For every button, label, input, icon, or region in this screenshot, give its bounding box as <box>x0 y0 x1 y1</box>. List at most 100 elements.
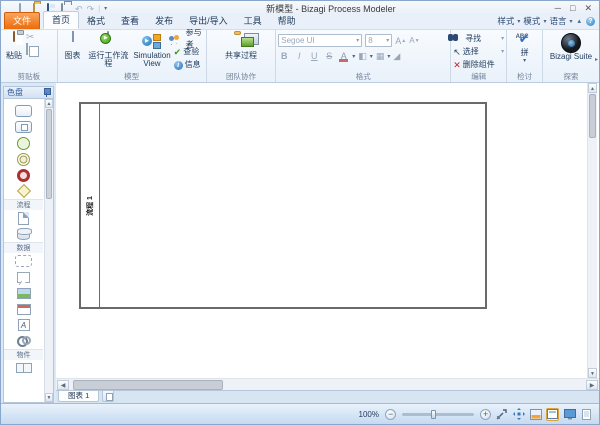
redo-icon[interactable]: ↷ <box>87 4 95 14</box>
page-view-icon[interactable] <box>580 408 593 421</box>
canvas-scroll-right-icon[interactable]: ▶ <box>586 380 598 390</box>
pool-lane-header[interactable]: 流程 1 <box>81 104 100 307</box>
canvas-vertical-scrollbar[interactable]: ▲ ▼ <box>587 83 597 378</box>
style-menu-dropdown-icon[interactable]: ▾ <box>517 18 520 25</box>
run-workflow-button[interactable]: 运行工作流程 <box>86 31 130 72</box>
tab-help[interactable]: 帮助 <box>270 13 304 29</box>
tool-gateway[interactable] <box>4 183 43 199</box>
shrink-font-button[interactable]: A▼ <box>409 35 419 47</box>
tool-subprocess[interactable] <box>4 119 43 135</box>
font-color-dropdown-icon[interactable]: ▾ <box>352 53 355 60</box>
normal-view-icon[interactable] <box>546 408 559 421</box>
collapse-ribbon-icon[interactable]: ▴ <box>577 17 581 25</box>
format-eraser-icon[interactable]: ◢ <box>393 50 400 63</box>
tool-custom-artifact[interactable] <box>4 333 43 349</box>
tool-formatted-text[interactable]: A <box>4 317 43 333</box>
pan-mode-icon[interactable] <box>512 408 525 421</box>
underline-button[interactable]: U <box>308 50 320 63</box>
fill-color-dropdown-icon[interactable]: ▾ <box>370 53 373 60</box>
diagram-grid-icon <box>64 33 82 50</box>
ribbon-group-clipboard: 粘贴 ✂ 剪贴板 <box>1 30 58 82</box>
palette-scroll-thumb[interactable] <box>46 109 52 199</box>
tool-group[interactable] <box>4 253 43 269</box>
language-menu-dropdown-icon[interactable]: ▾ <box>569 18 572 25</box>
tab-view[interactable]: 查看 <box>113 13 147 29</box>
language-menu[interactable]: 语言 <box>549 15 566 27</box>
participants-button[interactable]: 参与者 <box>174 33 204 45</box>
maximize-button[interactable]: □ <box>570 3 575 14</box>
explore-flyout-icon[interactable]: ▸ <box>595 56 598 63</box>
zoom-out-button[interactable]: − <box>385 409 396 420</box>
share-process-button[interactable]: 共享过程 <box>214 31 268 72</box>
palette-scroll-up-icon[interactable]: ▲ <box>45 99 53 108</box>
canvas-scroll-left-icon[interactable]: ◀ <box>57 380 69 390</box>
tool-header[interactable] <box>4 301 43 317</box>
select-button[interactable]: ↖ 选择 ▾ <box>453 46 504 58</box>
simulation-view-button[interactable]: ▶ Simulation View <box>131 31 172 72</box>
mode-menu-dropdown-icon[interactable]: ▾ <box>543 18 546 25</box>
close-button[interactable]: ✕ <box>584 3 592 14</box>
validate-button[interactable]: ✔ 查验 <box>174 46 204 58</box>
palette-scrollbar[interactable]: ▲ ▼ <box>44 99 53 402</box>
group-shape-icon <box>15 255 32 267</box>
zoom-slider[interactable] <box>402 413 474 416</box>
info-button[interactable]: i 信息 <box>174 59 204 71</box>
tool-intermediate-event[interactable] <box>4 151 43 167</box>
font-color-button[interactable]: A <box>338 51 349 62</box>
canvas-hscroll-thumb[interactable] <box>73 380 223 390</box>
bizagi-suite-button[interactable]: Bizagi Suite <box>545 31 597 72</box>
zoom-slider-thumb[interactable] <box>431 410 436 419</box>
tool-annotation[interactable] <box>4 269 43 285</box>
font-size-combo[interactable]: 8 ▾ <box>365 34 392 47</box>
process-pool[interactable]: 流程 1 <box>79 102 487 309</box>
tab-publish[interactable]: 发布 <box>147 13 181 29</box>
tab-home[interactable]: 首页 <box>43 11 79 29</box>
tool-pool[interactable] <box>4 360 43 376</box>
font-name-combo[interactable]: Segoe UI ▾ <box>278 34 362 47</box>
tool-data-object[interactable] <box>4 210 43 226</box>
paste-button[interactable]: 粘贴 <box>3 31 25 72</box>
canvas-vscroll-thumb[interactable] <box>589 94 596 138</box>
select-dropdown-icon[interactable]: ▾ <box>501 46 504 58</box>
full-screen-view-icon[interactable] <box>563 408 576 421</box>
find-dropdown-icon[interactable]: ▾ <box>501 33 504 45</box>
bold-button[interactable]: B <box>278 50 290 63</box>
tab-tools[interactable]: 工具 <box>236 13 270 29</box>
cut-icon[interactable]: ✂ <box>26 33 34 43</box>
style-menu[interactable]: 样式 <box>497 15 514 27</box>
spell-check-button[interactable]: ABC ✔ 拼 ▾ <box>513 31 537 72</box>
tool-end-event[interactable] <box>4 167 43 183</box>
tool-data-store[interactable] <box>4 226 43 242</box>
presentation-view-icon[interactable] <box>529 408 542 421</box>
tab-export-import[interactable]: 导出/导入 <box>181 13 236 29</box>
pin-icon[interactable] <box>43 88 50 97</box>
help-icon[interactable]: ? <box>586 17 595 26</box>
new-diagram-button[interactable] <box>102 391 114 402</box>
canvas-scroll-down-icon[interactable]: ▼ <box>588 368 597 378</box>
italic-button[interactable]: I <box>293 50 305 63</box>
zoom-to-fit-icon[interactable] <box>495 408 508 421</box>
border-style-dropdown-icon[interactable]: ▾ <box>387 53 390 60</box>
tool-image[interactable] <box>4 285 43 301</box>
find-button[interactable]: 寻找 ▾ <box>453 33 504 45</box>
tab-format[interactable]: 格式 <box>79 13 113 29</box>
grow-font-button[interactable]: A▲ <box>395 35 406 47</box>
border-style-icon[interactable]: ▦ <box>376 50 385 63</box>
minimize-button[interactable]: ─ <box>555 3 561 14</box>
delete-component-button[interactable]: ✕ 删除组件 <box>453 59 504 71</box>
tab-file[interactable]: 文件 <box>4 12 40 29</box>
tool-task[interactable] <box>4 103 43 119</box>
canvas-horizontal-scrollbar[interactable]: ◀ ▶ <box>56 378 599 390</box>
canvas-scroll-up-icon[interactable]: ▲ <box>588 83 597 93</box>
diagram-canvas[interactable]: 流程 1 ▲ ▼ <box>56 83 599 378</box>
palette-header: 色盘 <box>3 86 54 99</box>
diagram-button[interactable]: 图表 <box>60 31 86 72</box>
fill-color-icon[interactable]: ◧ <box>358 50 367 63</box>
mode-menu[interactable]: 模式 <box>523 15 540 27</box>
zoom-in-button[interactable]: + <box>480 409 491 420</box>
diagram-tab-1[interactable]: 图表 1 <box>58 391 99 402</box>
strikethrough-button[interactable]: S <box>323 50 335 63</box>
palette-scroll-down-icon[interactable]: ▼ <box>45 393 53 402</box>
tool-start-event[interactable] <box>4 135 43 151</box>
copy-icon[interactable] <box>26 44 34 54</box>
